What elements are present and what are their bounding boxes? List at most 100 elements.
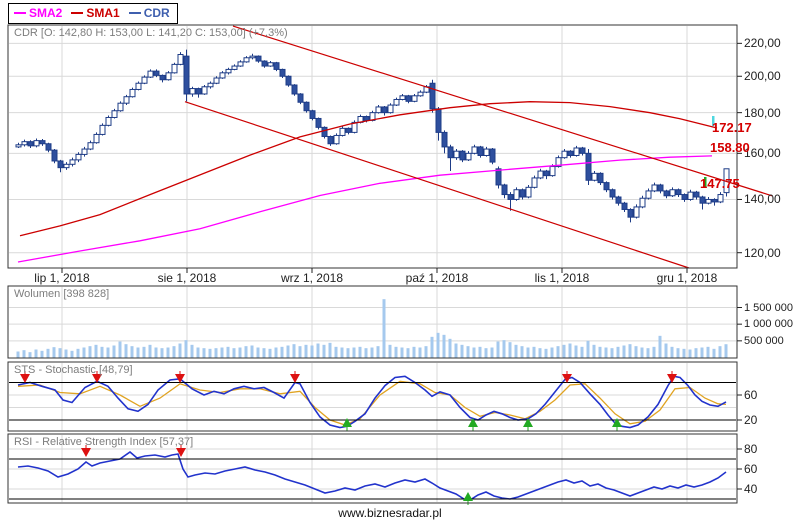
volume-bar: [113, 346, 116, 358]
candle-body: [652, 185, 657, 191]
volume-bar: [395, 347, 398, 358]
volume-bar: [461, 345, 464, 358]
candle-body: [412, 96, 417, 102]
candle-body: [592, 173, 597, 180]
candle-body: [706, 199, 711, 203]
candle-body: [610, 190, 615, 197]
volume-bar: [311, 346, 314, 358]
candle-body: [82, 149, 87, 154]
candle-body: [292, 85, 297, 94]
price-tick-label: 200,00: [744, 70, 781, 82]
price-tick-label: 140,00: [744, 193, 781, 205]
stock-chart-page: { "colors": { "sma2": "#ff00ff", "sma1":…: [0, 0, 800, 520]
candle-body: [184, 56, 189, 94]
candle-body: [676, 190, 681, 195]
candle-body: [586, 153, 591, 180]
candle-body: [712, 199, 717, 201]
volume-bar: [401, 348, 404, 358]
candle-body: [604, 183, 609, 190]
volume-bar: [491, 348, 494, 358]
price-tick-label: 180,00: [744, 107, 781, 119]
volume-bar: [317, 344, 320, 358]
volume-bar: [635, 346, 638, 357]
candle-body: [220, 73, 225, 78]
candle-body: [514, 190, 519, 200]
candle-body: [334, 135, 339, 143]
candle-body: [136, 83, 141, 89]
volume-bar: [203, 348, 206, 357]
volume-bar: [161, 348, 164, 357]
volume-bar: [197, 348, 200, 358]
volume-bar: [269, 349, 272, 358]
candle-body: [580, 148, 585, 153]
candle-body: [322, 127, 327, 136]
volume-bar: [593, 345, 596, 358]
volume-bar: [599, 347, 602, 358]
volume-bar: [539, 348, 542, 357]
volume-bar: [419, 348, 422, 358]
volume-bar: [467, 346, 470, 357]
candle-body: [148, 71, 153, 77]
date-tick-label: lip 1, 2018: [20, 272, 104, 284]
volume-bar: [455, 344, 458, 358]
candle-body: [250, 56, 255, 58]
volume-bar: [287, 346, 290, 358]
volume-bar: [101, 347, 104, 358]
rsi-sell-signal-icon: [81, 448, 91, 457]
date-tick-label: wrz 1, 2018: [270, 272, 354, 284]
rsi-panel-header: RSI - Relative Strength Index [57,37]: [14, 437, 193, 448]
candle-body: [550, 167, 555, 176]
volume-bar: [155, 348, 158, 358]
candle-body: [616, 197, 621, 203]
candle-body: [286, 76, 291, 85]
volume-tick-label: 500 000: [744, 336, 784, 347]
candle-body: [346, 128, 351, 132]
candle-body: [202, 87, 207, 94]
candle-body: [70, 160, 75, 164]
candle-body: [700, 197, 705, 203]
candle-body: [40, 141, 45, 144]
volume-bar: [371, 348, 374, 358]
candle-body: [394, 99, 399, 105]
volume-bar: [215, 348, 218, 357]
candle-body: [58, 161, 63, 168]
volume-bar: [437, 333, 440, 358]
volume-bar: [407, 348, 410, 357]
volume-bar: [623, 346, 626, 358]
candle-body: [562, 151, 567, 157]
site-link[interactable]: www.biznesradar.pl: [300, 506, 480, 520]
price-tick-label: 120,00: [744, 247, 781, 259]
candle-body: [316, 118, 321, 127]
candle-body: [466, 153, 471, 160]
candle-body: [640, 198, 645, 207]
volume-bar: [47, 349, 50, 358]
candle-body: [544, 171, 549, 176]
volume-bar: [143, 347, 146, 358]
candle-body: [568, 151, 573, 155]
sts-panel-header: STS - Stochastic [48,79]: [14, 365, 133, 376]
volume-bar: [185, 340, 188, 357]
volume-bar: [251, 346, 254, 358]
candle-body: [76, 154, 81, 159]
rsi-tick-label: 40: [744, 483, 757, 495]
volume-bar: [551, 348, 554, 358]
candle-body: [214, 78, 219, 83]
candle-body: [436, 109, 441, 133]
volume-bar: [335, 347, 338, 358]
candle-body: [28, 142, 33, 146]
volume-bar: [695, 348, 698, 357]
candle-body: [718, 195, 723, 202]
volume-bar: [545, 349, 548, 358]
candle-body: [34, 141, 39, 146]
sts-sell-signal-icon: [667, 374, 677, 383]
volume-bar: [665, 344, 668, 358]
volume-bar: [59, 348, 62, 357]
volume-bar: [359, 347, 362, 358]
volume-bar: [191, 345, 194, 358]
volume-bar: [377, 346, 380, 357]
candle-body: [574, 148, 579, 156]
volume-bar: [131, 346, 134, 357]
candle-body: [442, 132, 447, 147]
volume-bar: [689, 350, 692, 358]
candle-body: [598, 173, 603, 182]
